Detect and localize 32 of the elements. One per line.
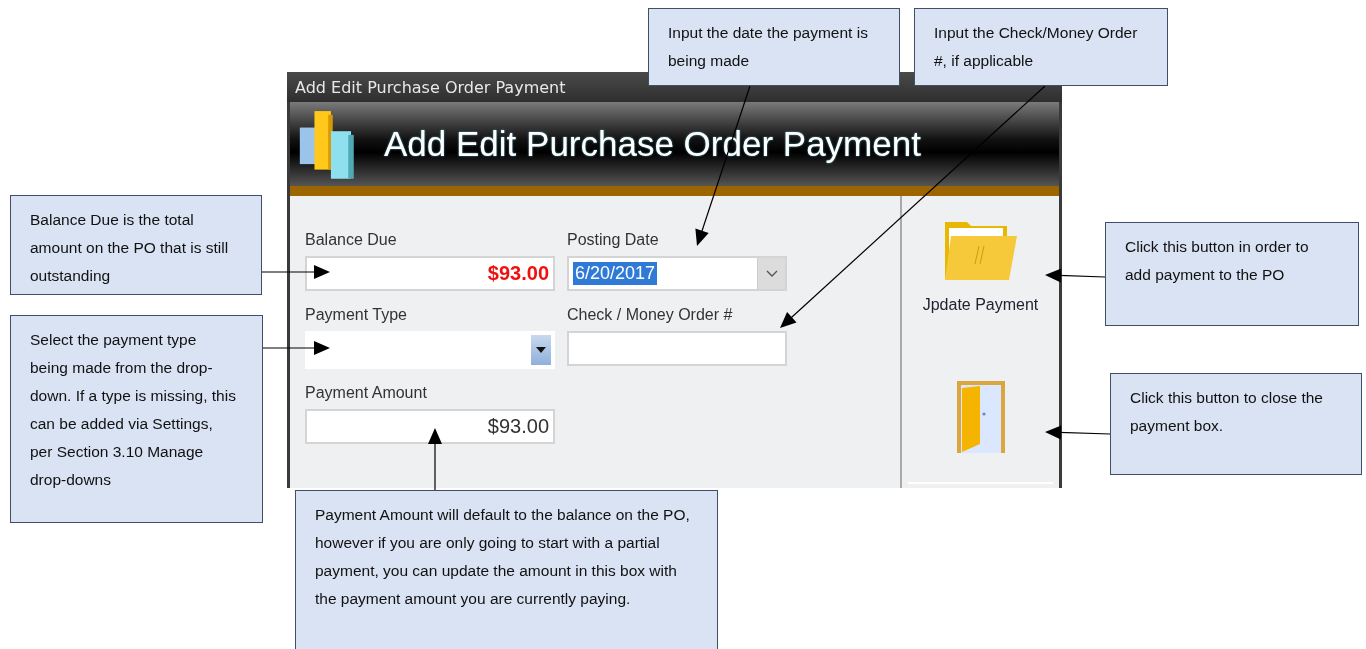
field-value: $93.00 [487,262,549,285]
callout-arrow [428,428,442,491]
callout-note: Click this button in order to add payment to the PO [1105,222,1359,326]
date-picker[interactable]: 6/20/2017 [567,256,787,291]
callout-note: Input the Check/Money Order #, if applicable [914,8,1168,86]
dialog-heading: Add Edit Purchase Order Payment [384,124,921,164]
chevron-down-icon [765,269,778,278]
callout-arrow [261,265,330,279]
field-value: $93.00 [487,415,549,438]
door-icon [955,380,1006,454]
field-label: Check / Money Order # [567,305,734,325]
input-field[interactable] [567,331,787,366]
field-label: Balance Due [305,230,398,250]
callout-arrow [1045,425,1111,440]
callout-note: Select the payment type being made from the drop-down. If a type is missing, this can be added via Settings, per Section 3.10 Manage drop-downs [10,315,263,523]
callout-note: Payment Amount will default to the balance on the PO, however if you are only going to start with a partial payment, you can update the amount in this box with the payment amount you are currently paying. [295,490,718,649]
caret-icon [536,347,546,353]
update-payment-button[interactable]: Jpdate Payment [905,220,1056,380]
callout-note: Click this button to close the payment box. [1110,373,1362,475]
date-value: 6/20/2017 [573,262,658,285]
field-label: Posting Date [567,230,660,250]
dropdown-field[interactable] [305,331,555,369]
field-label: Payment Amount [305,383,428,403]
folder-icon [942,220,1019,282]
window-title: Add Edit Purchase Order Payment [295,77,566,97]
dropdown-button[interactable] [531,335,551,365]
input-field[interactable]: $93.00 [305,256,555,291]
input-field[interactable]: $93.00 [305,409,555,444]
field-label: Payment Type [305,305,408,325]
callout-note: Balance Due is the total amount on the PO that is still outstanding [10,195,262,295]
callout-note: Input the date the payment is being made [648,8,900,86]
callout-arrow [261,341,330,355]
